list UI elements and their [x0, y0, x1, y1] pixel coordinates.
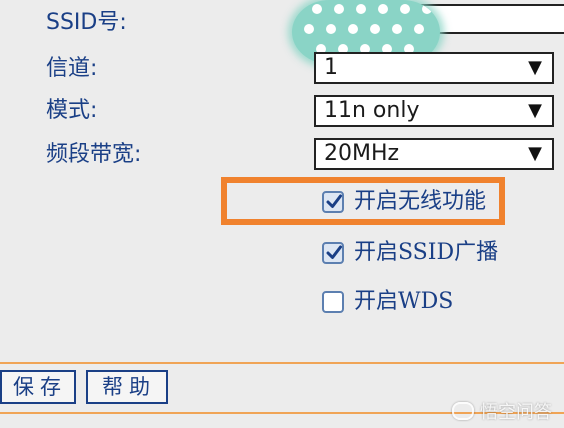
- mode-label: 模式:: [46, 98, 98, 123]
- enable-wds-option[interactable]: 开启WDS: [322, 287, 453, 317]
- channel-select-value: 1: [324, 55, 338, 80]
- enable-wireless-checkbox[interactable]: [322, 191, 344, 213]
- chevron-down-icon: ▼: [528, 100, 542, 121]
- checkmark-icon: [326, 194, 342, 208]
- enable-ssid-broadcast-option[interactable]: 开启SSID广播: [322, 238, 498, 268]
- mode-select[interactable]: 11n only ▼: [314, 95, 554, 127]
- checkmark-icon: [326, 245, 342, 259]
- ssid-label: SSID号:: [46, 10, 127, 35]
- enable-ssid-broadcast-label: 开启SSID广播: [354, 240, 499, 265]
- help-button[interactable]: 帮助: [86, 370, 168, 404]
- divider-top: [0, 362, 564, 364]
- save-button[interactable]: 保存: [0, 370, 76, 404]
- enable-wds-checkbox[interactable]: [322, 291, 344, 313]
- channel-label: 信道:: [46, 56, 98, 81]
- bandwidth-label: 频段带宽:: [46, 142, 142, 167]
- watermark: 悟空问答: [452, 398, 552, 424]
- speech-bubble-icon: [452, 402, 474, 420]
- mode-select-value: 11n only: [324, 98, 420, 123]
- enable-wireless-option[interactable]: 开启无线功能: [322, 187, 486, 217]
- bandwidth-select[interactable]: 20MHz ▼: [314, 138, 554, 170]
- bandwidth-select-value: 20MHz: [324, 141, 400, 166]
- enable-wireless-label: 开启无线功能: [354, 189, 487, 214]
- chevron-down-icon: ▼: [528, 57, 542, 78]
- channel-select[interactable]: 1 ▼: [314, 52, 554, 84]
- enable-wds-label: 开启WDS: [354, 289, 454, 314]
- chevron-down-icon: ▼: [528, 143, 542, 164]
- watermark-text: 悟空问答: [480, 402, 552, 423]
- enable-ssid-broadcast-checkbox[interactable]: [322, 242, 344, 264]
